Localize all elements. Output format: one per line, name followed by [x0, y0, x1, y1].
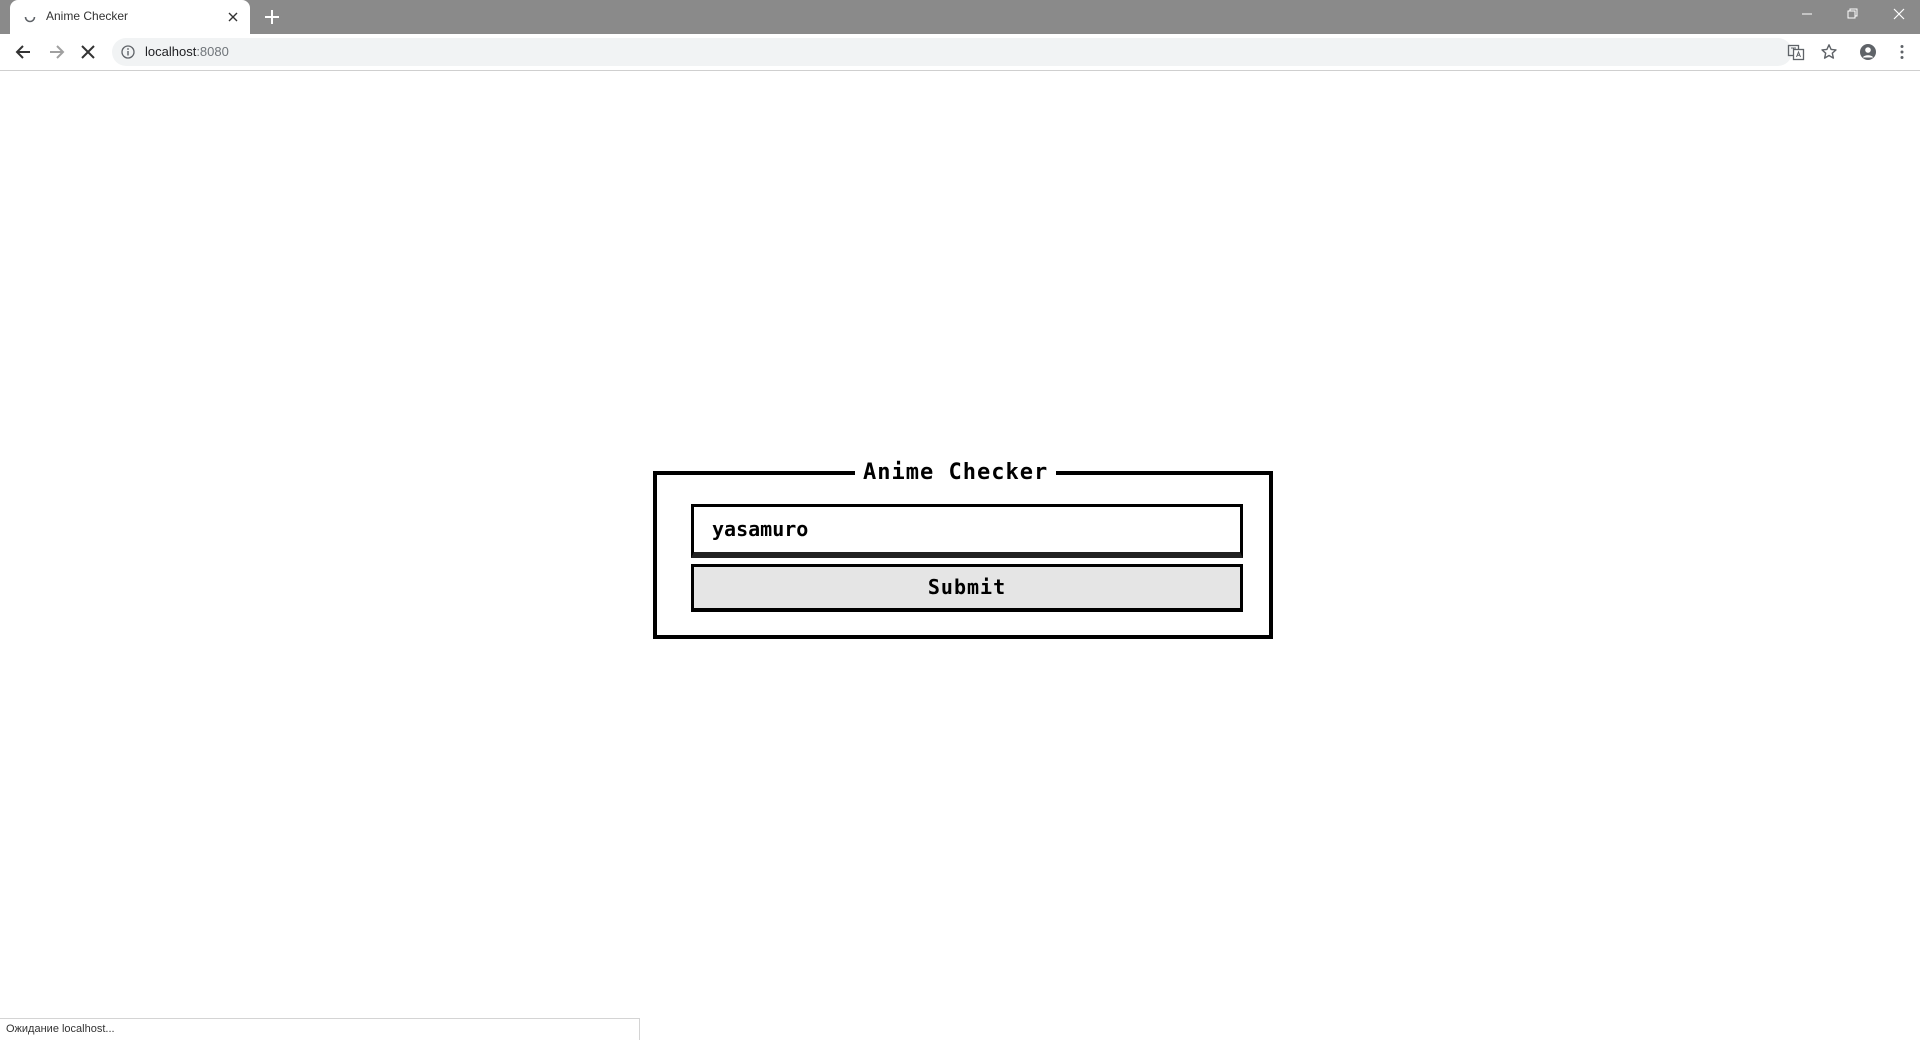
new-tab-icon[interactable] — [263, 8, 281, 26]
close-tab-icon[interactable] — [226, 10, 240, 24]
close-window-button[interactable] — [1876, 0, 1920, 28]
translate-icon[interactable] — [1787, 43, 1805, 61]
anime-checker-form: Anime Checker yasamuro Submit — [653, 461, 1273, 639]
url-port: :8080 — [196, 44, 229, 59]
loading-spinner-icon — [24, 16, 36, 23]
status-bar: Ожидание localhost... — [0, 1018, 640, 1040]
restore-button[interactable] — [1830, 0, 1876, 28]
minimize-button[interactable] — [1784, 0, 1830, 28]
info-icon[interactable] — [121, 45, 135, 59]
username-input[interactable]: yasamuro — [691, 504, 1243, 558]
form-legend: Anime Checker — [855, 461, 1057, 485]
bookmark-star-icon[interactable] — [1820, 43, 1838, 61]
back-arrow-icon[interactable] — [13, 41, 35, 63]
minimize-icon — [1802, 13, 1812, 15]
profile-avatar-icon[interactable] — [1859, 43, 1877, 61]
tab-title: Anime Checker — [46, 9, 129, 23]
close-icon — [1893, 8, 1905, 20]
forward-arrow-icon[interactable] — [45, 41, 67, 63]
address-bar[interactable]: localhost:8080 — [112, 38, 1792, 66]
submit-button[interactable]: Submit — [691, 564, 1243, 612]
stop-loading-icon[interactable] — [77, 41, 99, 63]
url-text[interactable]: localhost:8080 — [145, 44, 229, 59]
browser-tab[interactable]: Anime Checker — [10, 0, 250, 34]
browser-tabstrip: Anime Checker — [0, 0, 1920, 34]
menu-kebab-icon[interactable] — [1893, 43, 1911, 61]
restore-icon — [1847, 8, 1858, 19]
browser-toolbar: localhost:8080 — [0, 34, 1920, 71]
url-host: localhost — [145, 44, 197, 59]
